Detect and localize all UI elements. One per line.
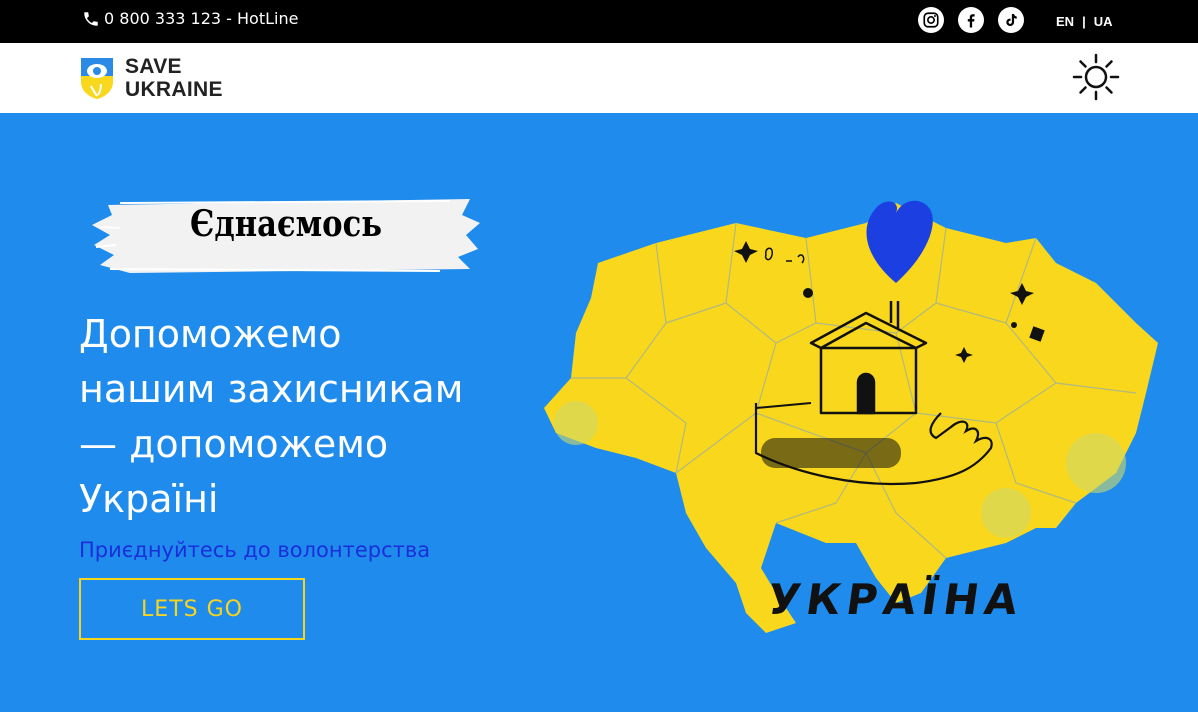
language-switcher: EN | UA <box>1056 14 1112 29</box>
hotline-text: 0 800 333 123 - HotLine <box>104 9 299 28</box>
social-links <box>918 7 1024 33</box>
headline-line: — допоможемо <box>79 422 389 466</box>
map-label: УКРАЇНА <box>764 575 1027 624</box>
lets-go-button[interactable]: LETS GO <box>79 578 305 640</box>
logo-line-1: SAVE <box>125 55 182 78</box>
hero-headline: Допоможемо нашим захисникам — допоможемо… <box>79 307 509 527</box>
facebook-icon[interactable] <box>958 7 984 33</box>
logo-text: SAVE UKRAINE <box>125 55 223 101</box>
logo-shield-icon <box>81 58 113 99</box>
logo[interactable]: SAVE UKRAINE <box>79 55 223 101</box>
hero-section: Єднаємось Допоможемо нашим захисникам — … <box>0 113 1198 712</box>
volunteer-link[interactable]: Приєднуйтесь до волонтерства <box>79 538 430 562</box>
top-bar: 0 800 333 123 - HotLine EN | UA <box>0 0 1198 43</box>
phone-icon <box>84 11 98 26</box>
ukraine-map-illustration <box>544 200 1158 633</box>
headline-line: нашим захисникам <box>79 367 464 411</box>
navbar: SAVE UKRAINE <box>0 43 1198 113</box>
lang-en[interactable]: EN <box>1056 14 1074 29</box>
headline-line: Україні <box>79 477 219 521</box>
hotline[interactable]: 0 800 333 123 - HotLine <box>82 9 298 28</box>
hero-badge: Єднаємось <box>190 203 382 245</box>
lang-separator: | <box>1082 14 1086 29</box>
instagram-icon[interactable] <box>918 7 944 33</box>
sun-icon[interactable] <box>1072 53 1120 101</box>
headline-line: Допоможемо <box>79 312 342 356</box>
lang-ua[interactable]: UA <box>1094 14 1113 29</box>
logo-line-2: UKRAINE <box>125 78 223 101</box>
tiktok-icon[interactable] <box>998 7 1024 33</box>
